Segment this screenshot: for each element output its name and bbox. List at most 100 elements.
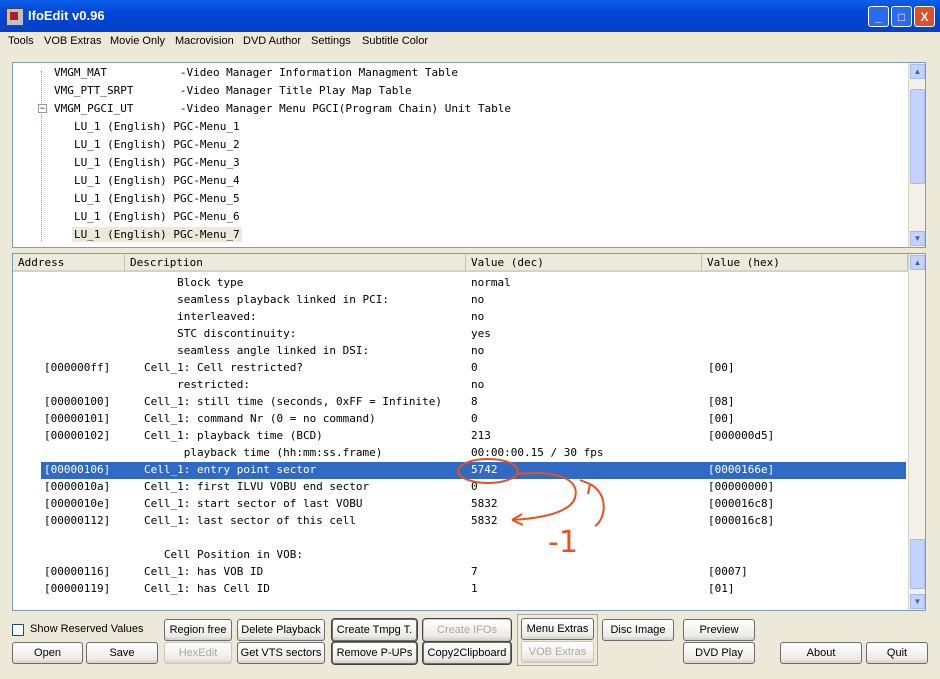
- table-row[interactable]: playback time (hh:mm:ss.frame) 00:00:00.1…: [13, 445, 906, 462]
- tree-item[interactable]: LU_1 (English) PGC-Menu_4: [74, 174, 240, 187]
- value-dec-cell: no: [471, 378, 485, 391]
- description-cell: Cell_1: first ILVU VOBU end sector: [144, 480, 370, 493]
- menu-dvd-author[interactable]: DVD Author: [243, 35, 301, 47]
- menu-movie-only[interactable]: Movie Only: [110, 35, 165, 47]
- table-row[interactable]: restricted: no: [13, 377, 906, 394]
- tree-item[interactable]: VMGM_MAT -Video Manager Information Mana…: [54, 66, 458, 79]
- menu-vob-extras[interactable]: VOB Extras: [44, 35, 101, 47]
- table-row[interactable]: [00000119] Cell_1: has Cell ID 1 [01]: [13, 581, 906, 598]
- delete-playback-button[interactable]: Delete Playback: [237, 619, 325, 641]
- value-dec-cell: 5742: [471, 463, 498, 476]
- window-title: IfoEdit v0.96: [28, 8, 105, 23]
- table-row[interactable]: seamless playback linked in PCI: no: [13, 292, 906, 309]
- table-row[interactable]: interleaved: no: [13, 309, 906, 326]
- get-vts-sectors-button[interactable]: Get VTS sectors: [237, 642, 325, 664]
- tree-item[interactable]: LU_1 (English) PGC-Menu_1: [74, 120, 240, 133]
- table-row[interactable]: [00000101] Cell_1: command Nr (0 = no com…: [13, 411, 906, 428]
- column-header-description[interactable]: Description: [125, 254, 466, 272]
- table-row[interactable]: STC discontinuity: yes: [13, 326, 906, 343]
- table-row[interactable]: [00000112] Cell_1: last sector of this ce…: [13, 513, 906, 530]
- copy2clipboard-button[interactable]: Copy2Clipboard: [422, 641, 512, 665]
- table-row[interactable]: [000000ff] Cell_1: Cell restricted? 0 [00]: [13, 360, 906, 377]
- preview-button[interactable]: Preview: [683, 619, 755, 641]
- open-button[interactable]: Open: [12, 642, 83, 664]
- tree-item[interactable]: LU_1 (English) PGC-Menu_2: [74, 138, 240, 151]
- table-row[interactable]: [0000010e] Cell_1: start sector of last V…: [13, 496, 906, 513]
- show-reserved-label: Show Reserved Values: [30, 623, 144, 635]
- scroll-up-icon[interactable]: ▲: [910, 255, 925, 270]
- address-cell: [00000101]: [44, 412, 111, 425]
- description-cell: Cell_1: last sector of this cell: [144, 514, 356, 527]
- region-free-button[interactable]: Region free: [164, 619, 232, 641]
- table-row-selected[interactable]: [00000106] Cell_1: entry point sector 5742…: [41, 462, 906, 479]
- tree-guide-line: [41, 71, 43, 241]
- description-cell: seamless playback linked in PCI:: [144, 293, 390, 306]
- value-hex-cell: [00]: [708, 361, 735, 374]
- value-dec-cell: 0: [471, 361, 478, 374]
- create-tmpg-button[interactable]: Create Tmpg T.: [331, 618, 418, 642]
- list-scrollbar[interactable]: ▲ ▼: [908, 254, 925, 610]
- value-dec-cell: no: [471, 344, 485, 357]
- menu-subtitle-color[interactable]: Subtitle Color: [362, 35, 428, 47]
- tree-item[interactable]: LU_1 (English) PGC-Menu_6: [74, 210, 240, 223]
- value-dec-cell: 0: [471, 412, 478, 425]
- menu-extras-button[interactable]: Menu Extras: [521, 618, 594, 640]
- table-row[interactable]: [00000102] Cell_1: playback time (BCD) 213…: [13, 428, 906, 445]
- save-button[interactable]: Save: [86, 642, 158, 664]
- scroll-thumb[interactable]: [910, 539, 925, 589]
- description-cell: Cell Position in VOB:: [144, 548, 303, 561]
- vob-extras-button: VOB Extras: [521, 641, 594, 663]
- menu-settings[interactable]: Settings: [311, 35, 351, 47]
- address-cell: [0000010e]: [44, 497, 111, 510]
- tree-item-selected[interactable]: LU_1 (English) PGC-Menu_7: [72, 227, 242, 242]
- address-cell: [00000102]: [44, 429, 111, 442]
- tree-item[interactable]: LU_1 (English) PGC-Menu_5: [74, 192, 240, 205]
- tree-item[interactable]: VMGM_PGCI_UT -Video Manager Menu PGCI(Pr…: [54, 102, 511, 115]
- menu-tools[interactable]: Tools: [8, 35, 34, 47]
- description-cell: playback time (hh:mm:ss.frame): [144, 446, 383, 459]
- column-header-value-dec[interactable]: Value (dec): [466, 254, 702, 272]
- about-button[interactable]: About: [780, 642, 862, 664]
- value-dec-cell: no: [471, 310, 485, 323]
- value-dec-cell: no: [471, 293, 485, 306]
- scroll-thumb[interactable]: [910, 89, 925, 184]
- value-dec-cell: 00:00:00.15 / 30 fps: [471, 446, 604, 459]
- table-row[interactable]: [13, 530, 906, 547]
- column-header-address[interactable]: Address: [13, 254, 125, 272]
- value-hex-cell: [08]: [708, 395, 735, 408]
- collapse-icon[interactable]: −: [38, 104, 47, 113]
- address-cell: [00000112]: [44, 514, 111, 527]
- value-dec-cell: 5832: [471, 514, 498, 527]
- tree-item[interactable]: LU_1 (English) PGC-Menu_3: [74, 156, 240, 169]
- table-row[interactable]: seamless angle linked in DSI: no: [13, 343, 906, 360]
- value-dec-cell: 7: [471, 565, 478, 578]
- disc-image-button[interactable]: Disc Image: [602, 619, 674, 641]
- table-row[interactable]: [00000100] Cell_1: still time (seconds, 0…: [13, 394, 906, 411]
- remove-pups-button[interactable]: Remove P-UPs: [331, 641, 418, 665]
- table-row[interactable]: Block type normal: [13, 275, 906, 292]
- close-button[interactable]: X: [914, 6, 935, 27]
- scroll-up-icon[interactable]: ▲: [910, 64, 925, 79]
- scroll-down-icon[interactable]: ▼: [910, 231, 925, 246]
- value-dec-cell: 5832: [471, 497, 498, 510]
- dvd-play-button[interactable]: DVD Play: [683, 642, 755, 664]
- tree-scrollbar[interactable]: ▲ ▼: [908, 63, 925, 247]
- column-header-value-hex[interactable]: Value (hex): [702, 254, 908, 272]
- scroll-down-icon[interactable]: ▼: [910, 594, 925, 609]
- minimize-button[interactable]: _: [868, 6, 889, 27]
- address-cell: [0000010a]: [44, 480, 111, 493]
- description-cell: restricted:: [144, 378, 250, 391]
- tree-item[interactable]: VMG_PTT_SRPT -Video Manager Title Play M…: [54, 84, 412, 97]
- maximize-button[interactable]: □: [891, 6, 912, 27]
- table-row[interactable]: [00000116] Cell_1: has VOB ID 7 [0007]: [13, 564, 906, 581]
- show-reserved-checkbox[interactable]: [12, 624, 24, 636]
- ifo-tree-panel: − VMGM_MAT -Video Manager Information Ma…: [12, 62, 926, 248]
- title-bar: IfoEdit v0.96 _ □ X: [0, 0, 940, 32]
- address-cell: [00000116]: [44, 565, 111, 578]
- table-row[interactable]: Cell Position in VOB:: [13, 547, 906, 564]
- menu-macrovision[interactable]: Macrovision: [175, 35, 234, 47]
- description-cell: Cell_1: entry point sector: [144, 463, 317, 476]
- quit-button[interactable]: Quit: [866, 642, 928, 664]
- table-row[interactable]: [0000010a] Cell_1: first ILVU VOBU end se…: [13, 479, 906, 496]
- value-hex-cell: [0000166e]: [708, 463, 775, 476]
